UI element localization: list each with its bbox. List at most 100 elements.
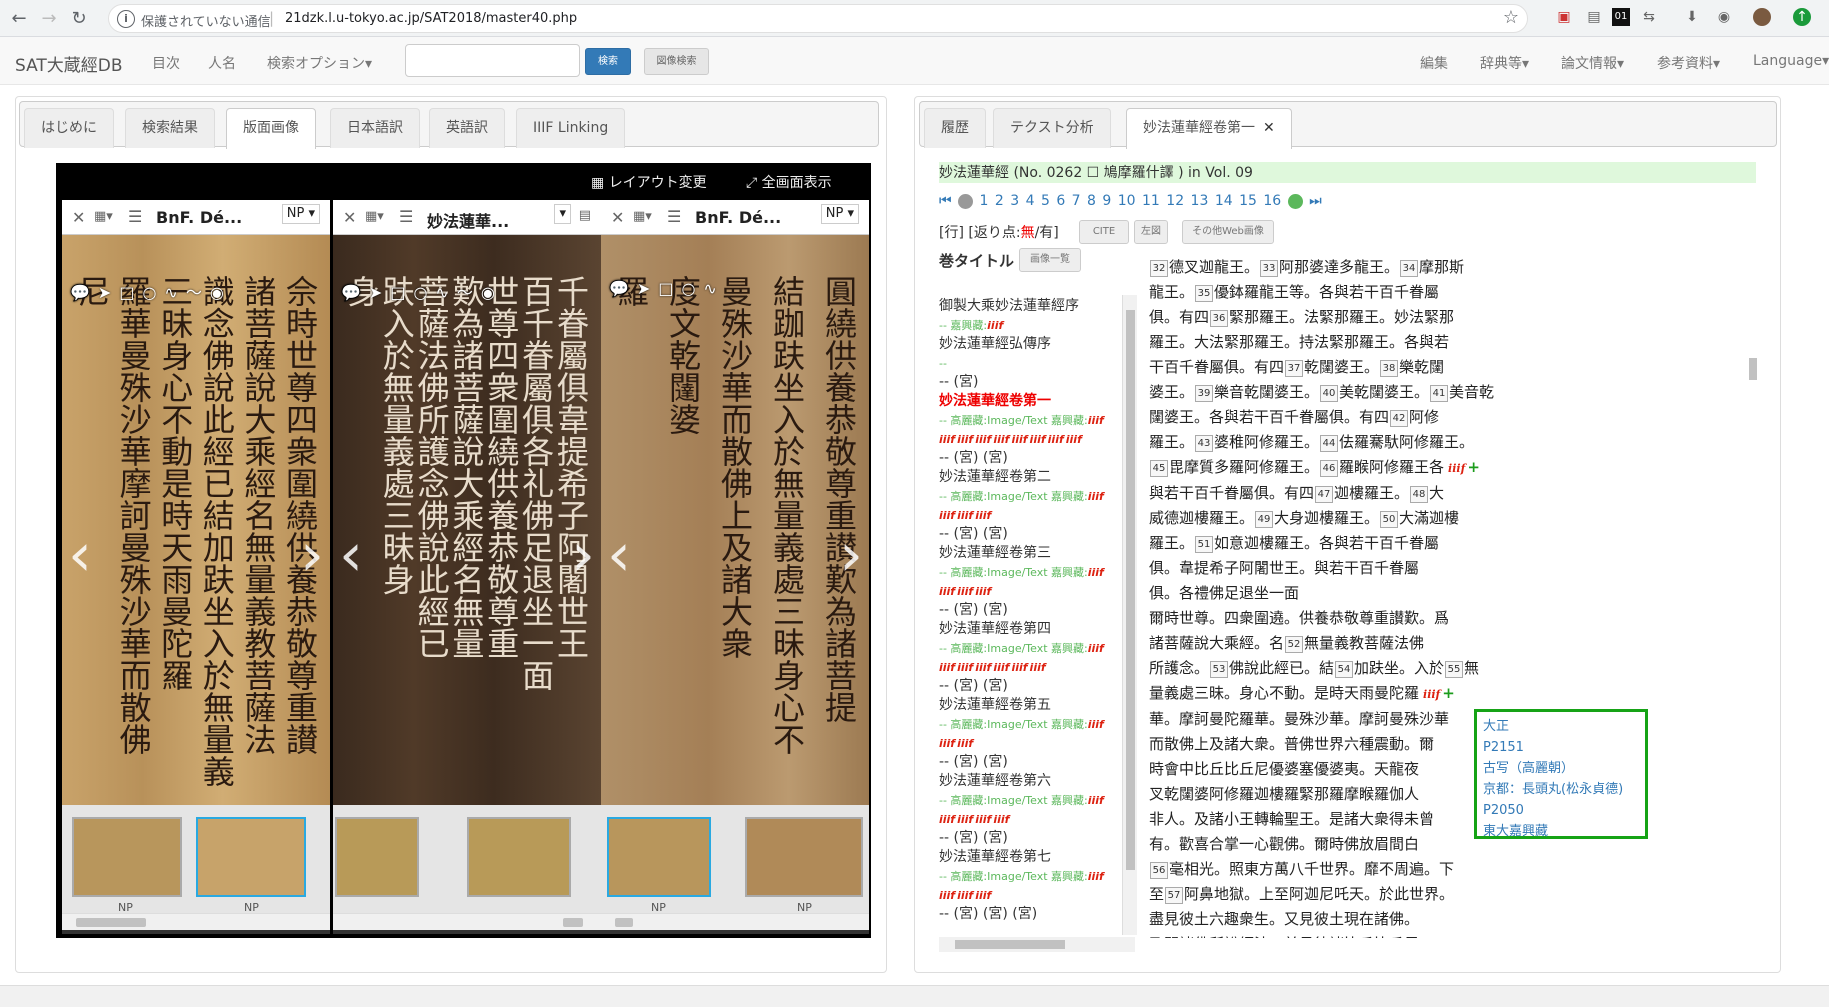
iiif-icon[interactable]: iiif — [1088, 563, 1104, 582]
grid-dropdown-icon[interactable]: ▦▾ — [94, 209, 113, 224]
tab-history[interactable]: 履歴 — [924, 108, 986, 148]
horizontal-scrollbar[interactable] — [601, 913, 869, 930]
variant-note-marker[interactable]: 43 — [1195, 434, 1214, 452]
text-segment[interactable]: 盡見彼土六趣衆生。又見彼土現在諸佛。 — [1149, 910, 1419, 928]
iiif-icon[interactable]: iiif — [957, 658, 973, 677]
grid-dropdown-icon[interactable]: ▦▾ — [365, 209, 384, 224]
prev-arrow-icon[interactable]: ‹ — [68, 520, 92, 590]
toc-palace-edition[interactable]: -- (宮) (宮) (宮) — [939, 905, 1121, 924]
iiif-icon[interactable]: iiif — [975, 810, 991, 829]
search-input[interactable] — [405, 44, 580, 77]
nav-search-options[interactable]: 検索オプション▾ — [267, 53, 372, 73]
iiif-icon[interactable]: iiif — [957, 734, 973, 753]
iiif-icon[interactable]: iiif — [993, 658, 1009, 677]
last-page-icon[interactable]: ⏭ — [1309, 193, 1322, 209]
line-toggle[interactable]: [行] — [939, 225, 964, 241]
toc-palace-edition[interactable]: -- (宮) (宮) — [939, 829, 1121, 848]
toc-title-link[interactable]: 妙法蓮華經卷第六 — [939, 772, 1121, 791]
iiif-icon[interactable]: iiif — [939, 886, 955, 905]
manuscript-image[interactable]: 圓繞供養恭敬尊重讃歎為諸菩提 結跏趺坐入於無量義處三昧身心不 曼殊沙華而散佛上及… — [601, 235, 869, 805]
reload-icon[interactable]: ↻ — [66, 6, 92, 32]
annotation-tools[interactable]: 💬➤□○∿〜◉ — [341, 279, 503, 303]
toc-source-label[interactable]: -- 嘉興藏: — [939, 319, 987, 332]
variant-note-marker[interactable]: 52 — [1285, 635, 1304, 653]
plus-icon[interactable]: + — [1442, 935, 1455, 938]
text-segment[interactable]: 時會中比丘比丘尼優婆塞優婆夷。天龍夜 — [1149, 760, 1419, 778]
tab-english[interactable]: 英語訳 — [429, 108, 505, 148]
nav-toc[interactable]: 目次 — [152, 53, 180, 73]
text-segment[interactable]: 闥婆王。各與若干百千眷屬俱。有四 — [1149, 408, 1389, 426]
text-segment[interactable]: 佉羅騫馱阿修羅王。 — [1339, 433, 1474, 451]
np-select[interactable]: NP ▾ — [820, 204, 859, 224]
iiif-icon[interactable]: iiif — [1088, 791, 1104, 810]
text-segment[interactable]: 羅王。 — [1149, 433, 1194, 451]
page-link[interactable]: 12 — [1166, 193, 1190, 209]
close-icon[interactable]: ✕ — [611, 208, 624, 227]
iiif-icon[interactable]: iiif — [939, 506, 955, 525]
text-segment[interactable]: 摩那斯 — [1419, 258, 1464, 276]
witness-link[interactable]: 京都：長頭丸(松永貞德) — [1483, 779, 1639, 800]
iiif-icon[interactable]: iiif — [957, 810, 973, 829]
scroll-thumb[interactable] — [1126, 310, 1135, 870]
text-segment[interactable]: 乾闥婆王。 — [1304, 358, 1379, 376]
iiif-icon[interactable]: iiif — [975, 658, 991, 677]
menu-icon[interactable]: ☰ — [128, 207, 142, 226]
text-segment[interactable]: 阿修 — [1409, 408, 1439, 426]
next-arrow-icon[interactable]: › — [839, 520, 863, 590]
text-segment[interactable]: 威德迦樓羅王。 — [1149, 509, 1254, 527]
next-arrow-icon[interactable]: › — [300, 520, 324, 590]
variant-note-marker[interactable]: 47 — [1315, 485, 1334, 503]
text-segment[interactable]: 阿那婆達多龍王。 — [1279, 258, 1399, 276]
page-link[interactable]: 9 — [1102, 193, 1117, 209]
thumbnail[interactable] — [607, 817, 711, 897]
update-icon[interactable]: ↑ — [1793, 8, 1811, 26]
iiif-icon[interactable]: iiif — [1066, 430, 1082, 449]
annotation-tools[interactable]: 💬➤□○∿ — [609, 279, 725, 298]
text-segment[interactable]: 干百千眷屬俱。有四 — [1149, 358, 1284, 376]
thumbnail[interactable] — [196, 817, 306, 897]
toc-scrollbar[interactable] — [1122, 295, 1137, 935]
annotation-tools[interactable]: 💬➤□○∿〜◉ — [70, 279, 232, 303]
other-web-images-button[interactable]: その他Web画像 — [1182, 220, 1274, 244]
variant-note-marker[interactable]: 55 — [1445, 660, 1464, 678]
page-link[interactable]: 11 — [1142, 193, 1166, 209]
variant-note-marker[interactable]: 54 — [1335, 660, 1354, 678]
toc-title-link[interactable]: 妙法蓮華經弘傳序 — [939, 335, 1121, 354]
text-segment[interactable]: 大 — [1429, 484, 1444, 502]
page-link[interactable]: 8 — [1087, 193, 1102, 209]
text-segment[interactable]: 羅睺阿修羅王各 — [1339, 458, 1444, 476]
toc-palace-edition[interactable]: -- (宮) (宮) — [939, 753, 1121, 772]
text-segment[interactable]: 而散佛上及諸大衆。普佛世界六種震動。爾 — [1149, 735, 1434, 753]
prev-page-icon[interactable] — [958, 193, 974, 209]
scroll-thumb[interactable] — [615, 918, 633, 927]
toc-source-label[interactable]: -- 高麗藏:Image/Text 嘉興藏: — [939, 490, 1088, 503]
np-select[interactable]: NP ▾ — [281, 204, 320, 224]
toc-source-label[interactable]: -- 高麗藏:Image/Text 嘉興藏: — [939, 794, 1088, 807]
iiif-icon[interactable]: iiif — [993, 810, 1009, 829]
text-segment[interactable]: 及聞諸佛所說經法。并見彼諸比丘比丘尼 — [1149, 935, 1419, 938]
iiif-icon[interactable]: iiif — [939, 734, 955, 753]
kaeri-off[interactable]: 無 — [1021, 225, 1035, 241]
nav-edit[interactable]: 編集 — [1420, 53, 1448, 73]
text-segment[interactable]: 緊那羅王。法緊那羅王。妙法緊那 — [1229, 308, 1454, 326]
close-tab-icon[interactable]: ✕ — [1263, 120, 1275, 136]
tab-iiif-linking[interactable]: IIIF Linking — [516, 108, 626, 148]
iiif-icon[interactable]: iiif — [939, 582, 955, 601]
variant-note-marker[interactable]: 48 — [1410, 485, 1429, 503]
iiif-icon[interactable]: iiif — [1030, 658, 1046, 677]
page-link[interactable]: 1 — [980, 193, 995, 209]
text-scrollbar[interactable] — [1747, 258, 1759, 938]
witness-link[interactable]: 古写（高麗朝） — [1483, 758, 1639, 779]
toc-title-link[interactable]: 妙法蓮華經卷第五 — [939, 696, 1121, 715]
text-segment[interactable]: 阿鼻地獄。上至阿迦尼吒天。於此世界。 — [1184, 885, 1454, 903]
text-segment[interactable]: 毫相光。照東方萬八千世界。靡不周遍。下 — [1169, 860, 1454, 878]
variant-note-marker[interactable]: 50 — [1380, 510, 1399, 528]
scroll-thumb[interactable] — [76, 918, 146, 927]
image-list-button[interactable]: 画像一覧 — [1019, 248, 1081, 272]
text-segment[interactable]: 龍王。 — [1149, 283, 1194, 301]
text-segment[interactable]: 如意迦樓羅王。各與若干百千眷屬 — [1214, 534, 1439, 552]
witness-link[interactable]: 大正 — [1483, 716, 1639, 737]
search-button[interactable]: 検索 — [585, 48, 631, 75]
layout-change-button[interactable]: ▦ レイアウト変更 — [591, 172, 707, 192]
tab-search-results[interactable]: 検索結果 — [125, 108, 215, 148]
